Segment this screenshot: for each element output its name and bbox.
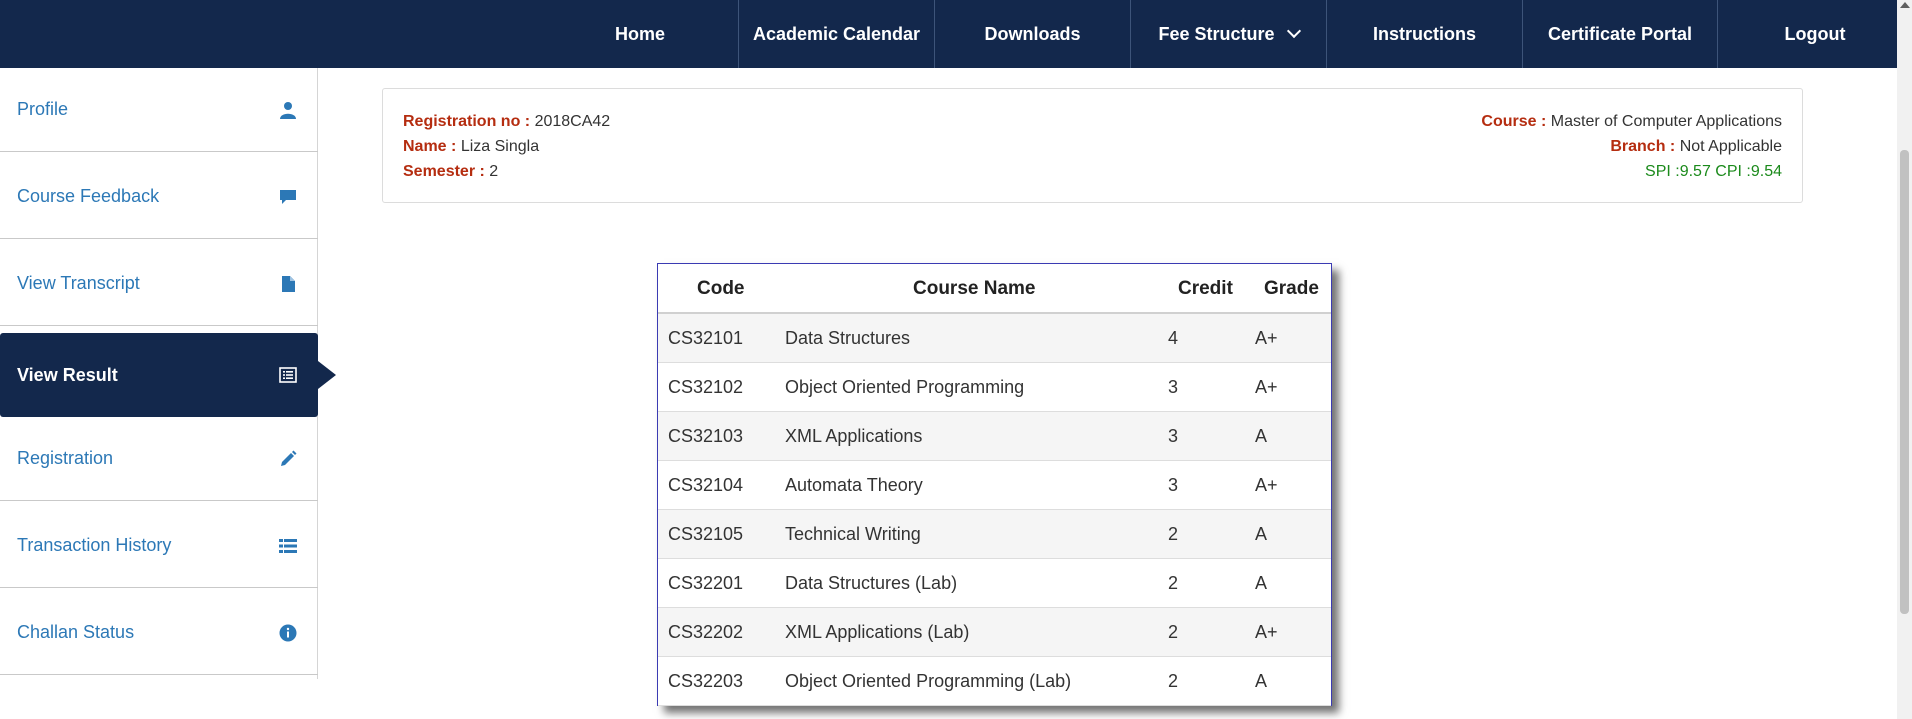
cell-credit: 2	[1168, 622, 1179, 642]
sidebar-item-view-transcript[interactable]: View Transcript	[0, 242, 318, 326]
cell-grade: A	[1255, 573, 1268, 593]
cell-course-name: Data Structures (Lab)	[785, 573, 958, 593]
branch-value: Not Applicable	[1679, 138, 1782, 155]
table-row: CS32203 Object Oriented Programming (Lab)…	[658, 657, 1331, 706]
table-row: CS32103 XML Applications 3 A	[658, 412, 1331, 461]
cell-credit: 3	[1168, 377, 1179, 397]
cell-grade: A+	[1255, 475, 1278, 495]
cell-course-name: Automata Theory	[785, 475, 923, 495]
cell-course-name: Technical Writing	[785, 524, 921, 544]
semester-value: 2	[489, 163, 499, 180]
sidebar: Profile Course Feedback View Transcript …	[0, 68, 336, 679]
user-icon	[278, 100, 298, 120]
sidebar-item-label: Transaction History	[17, 535, 172, 555]
table-row: CS32202 XML Applications (Lab) 2 A+	[658, 608, 1331, 657]
sidebar-item-view-result[interactable]: View Result	[0, 333, 336, 417]
scroll-up-arrow-icon[interactable]	[1900, 2, 1910, 8]
sidebar-item-course-feedback[interactable]: Course Feedback	[0, 155, 318, 239]
nav-instructions[interactable]: Instructions	[1327, 0, 1522, 68]
sidebar-item-registration[interactable]: Registration	[0, 417, 318, 501]
top-navbar: Home Academic Calendar Downloads Fee Str…	[0, 0, 1912, 68]
cell-credit: 2	[1168, 671, 1179, 691]
result-table: Code Course Name Credit Grade CS32101 Dat…	[657, 263, 1332, 706]
list-icon	[278, 536, 298, 556]
branch-label: Branch :	[1610, 138, 1676, 155]
cell-course-name: Object Oriented Programming	[785, 377, 1025, 397]
table-row: CS32101 Data Structures 4 A+	[658, 314, 1331, 363]
nav-home[interactable]: Home	[570, 0, 710, 68]
table-row: CS32201 Data Structures (Lab) 2 A	[658, 559, 1331, 608]
cell-grade: A+	[1255, 377, 1278, 397]
semester-label: Semester :	[403, 163, 485, 180]
registration-no-row: Registration no : 2018CA42	[403, 109, 610, 134]
cell-credit: 4	[1168, 328, 1179, 348]
nav-certificate-portal[interactable]: Certificate Portal	[1523, 0, 1717, 68]
course-value: Master of Computer Applications	[1550, 113, 1782, 130]
name-label: Name :	[403, 138, 457, 155]
cell-code: CS32102	[668, 377, 744, 397]
cell-code: CS32202	[668, 622, 744, 642]
nav-fee-structure-label: Fee Structure	[1158, 23, 1275, 44]
cell-code: CS32103	[668, 426, 744, 446]
cell-code: CS32201	[668, 573, 744, 593]
registration-no-label: Registration no :	[403, 113, 531, 130]
sidebar-item-label: View Result	[17, 364, 118, 385]
column-header-grade: Grade	[1264, 278, 1319, 299]
registration-no-value: 2018CA42	[534, 113, 611, 130]
cell-grade: A	[1255, 426, 1268, 446]
cell-grade: A+	[1255, 328, 1278, 348]
table-row: CS32104 Automata Theory 3 A+	[658, 461, 1331, 510]
name-value: Liza Singla	[460, 138, 540, 155]
cell-course-name: XML Applications	[785, 426, 923, 446]
cell-code: CS32104	[668, 475, 744, 495]
cell-credit: 2	[1168, 524, 1179, 544]
cell-course-name: XML Applications (Lab)	[785, 622, 970, 642]
name-row: Name : Liza Singla	[403, 134, 610, 159]
comment-icon	[278, 187, 298, 207]
cell-course-name: Data Structures	[785, 328, 911, 348]
branch-row: Branch : Not Applicable	[1481, 134, 1782, 159]
cell-code: CS32101	[668, 328, 744, 348]
cell-code: CS32105	[668, 524, 744, 544]
cell-code: CS32203	[668, 671, 744, 691]
sidebar-item-label: Profile	[17, 99, 69, 119]
table-header: Code Course Name Credit Grade	[658, 264, 1331, 314]
spi-cpi-value: SPI :9.57 CPI :9.54	[1645, 163, 1782, 180]
sidebar-item-challan-status[interactable]: Challan Status	[0, 591, 318, 675]
column-header-credit: Credit	[1178, 278, 1233, 299]
cell-course-name: Object Oriented Programming (Lab)	[785, 671, 1072, 691]
table-row: CS32105 Technical Writing 2 A	[658, 510, 1331, 559]
nav-academic-calendar[interactable]: Academic Calendar	[739, 0, 934, 68]
sidebar-item-transaction-history[interactable]: Transaction History	[0, 504, 318, 588]
file-icon	[278, 274, 298, 294]
cell-grade: A+	[1255, 622, 1278, 642]
table-row: CS32102 Object Oriented Programming 3 A+	[658, 363, 1331, 412]
student-info-panel: Registration no : 2018CA42 Name : Liza S…	[382, 88, 1803, 203]
info-icon	[278, 623, 298, 643]
cell-credit: 3	[1168, 475, 1179, 495]
cell-credit: 2	[1168, 573, 1179, 593]
cell-grade: A	[1255, 524, 1268, 544]
semester-row: Semester : 2	[403, 159, 610, 184]
scrollbar-thumb[interactable]	[1900, 150, 1909, 614]
nav-downloads[interactable]: Downloads	[935, 0, 1130, 68]
column-header-course-name: Course Name	[913, 278, 1036, 299]
nav-logout[interactable]: Logout	[1718, 0, 1912, 68]
course-label: Course :	[1481, 113, 1547, 130]
sidebar-item-label: Challan Status	[17, 622, 135, 642]
pencil-icon	[278, 449, 298, 469]
chevron-down-icon	[1286, 23, 1301, 39]
list-alt-icon	[278, 365, 298, 385]
cell-grade: A	[1255, 671, 1268, 691]
sidebar-item-label: Course Feedback	[17, 186, 160, 206]
course-row: Course : Master of Computer Applications	[1481, 109, 1782, 134]
cell-credit: 3	[1168, 426, 1179, 446]
sidebar-item-label: Registration	[17, 448, 114, 468]
sidebar-item-label: View Transcript	[17, 273, 140, 293]
column-header-code: Code	[697, 278, 745, 299]
nav-fee-structure[interactable]: Fee Structure	[1131, 0, 1326, 68]
sidebar-item-profile[interactable]: Profile	[0, 68, 318, 152]
